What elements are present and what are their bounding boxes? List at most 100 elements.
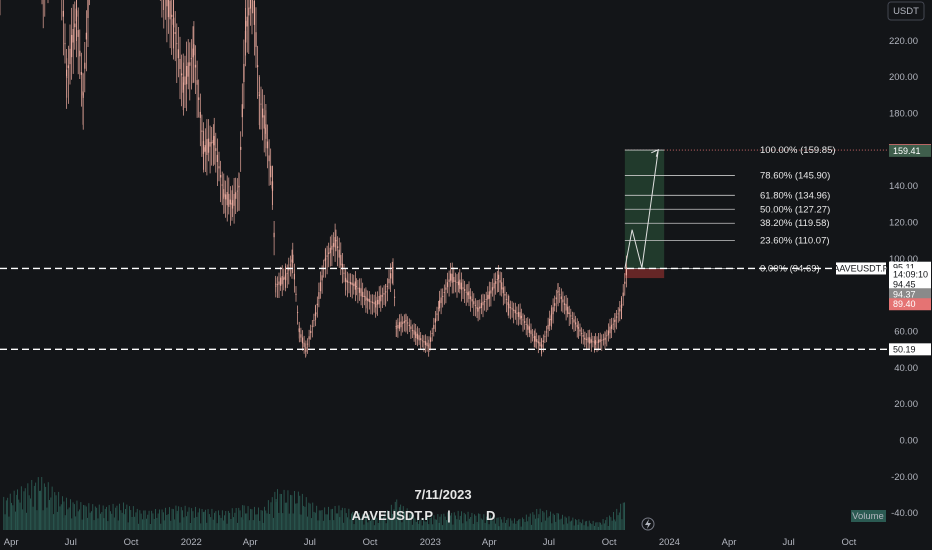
candle-body [228,193,230,207]
currency-button[interactable]: USDT [887,1,925,21]
volume-bar [418,523,420,530]
candle-body [520,315,522,319]
candle-body [211,142,213,144]
volume-bar [560,518,562,530]
candle-body [552,307,554,315]
volume-bar [506,519,508,530]
volume-bar [157,513,159,530]
lightning-icon[interactable] [641,517,655,531]
volume-bar [542,511,544,530]
candle-body [431,333,433,334]
volume-bar [239,510,241,530]
volume-bar [459,515,461,530]
volume-bar [594,525,595,530]
volume-bar [94,506,96,530]
candle-body [326,255,328,257]
volume-bar [468,518,470,530]
candle-body [236,190,238,192]
candle-body [567,306,569,314]
volume-bar [76,500,78,530]
volume-bar [148,510,150,530]
candle-body [225,194,227,200]
price-tag-text: 89.40 [893,299,916,309]
volume-bar [583,525,585,530]
loss-zone[interactable] [624,268,665,279]
price-chart[interactable]: 100.00% (159.85) 78.60% (145.90) 61.80% (1… [0,0,932,550]
candle-body [74,23,76,28]
candle-body [442,295,444,297]
volume-bar [113,517,115,530]
volume-bar [132,506,134,530]
candle-body [532,334,534,336]
candle-body [289,264,291,266]
volume-bar [326,514,328,530]
volume-bar [179,522,181,530]
volume-bar [613,512,614,530]
candle-body [467,292,469,296]
volume-bar [547,517,549,530]
volume-bar [18,499,20,530]
candle-body [530,330,532,335]
volume-bar [170,520,172,530]
candle-body [462,287,464,289]
volume-bar [178,506,180,530]
volume-bar [226,523,228,530]
volume-bar [520,526,522,530]
long-position-tool[interactable] [624,150,665,279]
time-tick-label: Jul [783,537,795,548]
volume-bar [125,509,126,530]
candle-body [313,319,315,321]
volume-bar [434,519,436,530]
candle-body [386,286,388,287]
volume-bar [182,510,183,530]
volume-bar [206,522,208,530]
volume-bar [620,503,622,530]
volume-bar [98,504,100,530]
volume-bar [344,508,346,530]
volume-bar [618,512,620,530]
candle-body [508,303,510,309]
candle-body [358,287,361,293]
candle-body [249,0,251,9]
volume-bar [218,510,219,530]
volume-bar [116,505,118,530]
candle-body [421,340,423,342]
volume-bar [578,519,580,530]
volume-bar [208,514,210,530]
candle-body [248,7,250,16]
volume-bar [279,493,281,530]
volume-bar [20,486,22,530]
candle-body [547,324,549,330]
candle-body [458,281,460,286]
candle-body [329,247,331,254]
volume-bar [532,512,534,530]
candle-body [260,103,262,105]
volume-bar [480,518,482,530]
volume-bar [325,514,327,530]
candle-body [69,48,71,65]
price-axis[interactable]: 220.00200.00180.00160.00140.00120.00100.… [888,0,932,550]
volume-bar [210,517,212,530]
candle-body [424,341,427,346]
volume-bar [305,497,307,530]
candle-body [436,313,438,315]
volume-bar [77,511,79,530]
volume-bar [54,492,56,530]
time-axis[interactable]: Apr Jul Oct 2022 Apr Jul Oct 2023 Apr Jul Oct 2024 A… [4,537,857,548]
candle-body [434,318,436,323]
candle-body [411,330,414,331]
volume-bar [138,523,139,530]
volume-bar [50,497,52,530]
volume-bar [121,512,123,530]
volume-bar [45,486,47,530]
volume-bar [559,519,561,530]
candle-body [445,287,447,290]
candle-body [502,287,504,294]
volume-bar [63,501,65,530]
volume-bar [363,524,365,530]
candle-body [171,14,173,17]
volume-bar [156,517,158,530]
volume-bar [617,515,619,530]
candle-body [79,50,81,57]
volume-bar [199,508,200,530]
